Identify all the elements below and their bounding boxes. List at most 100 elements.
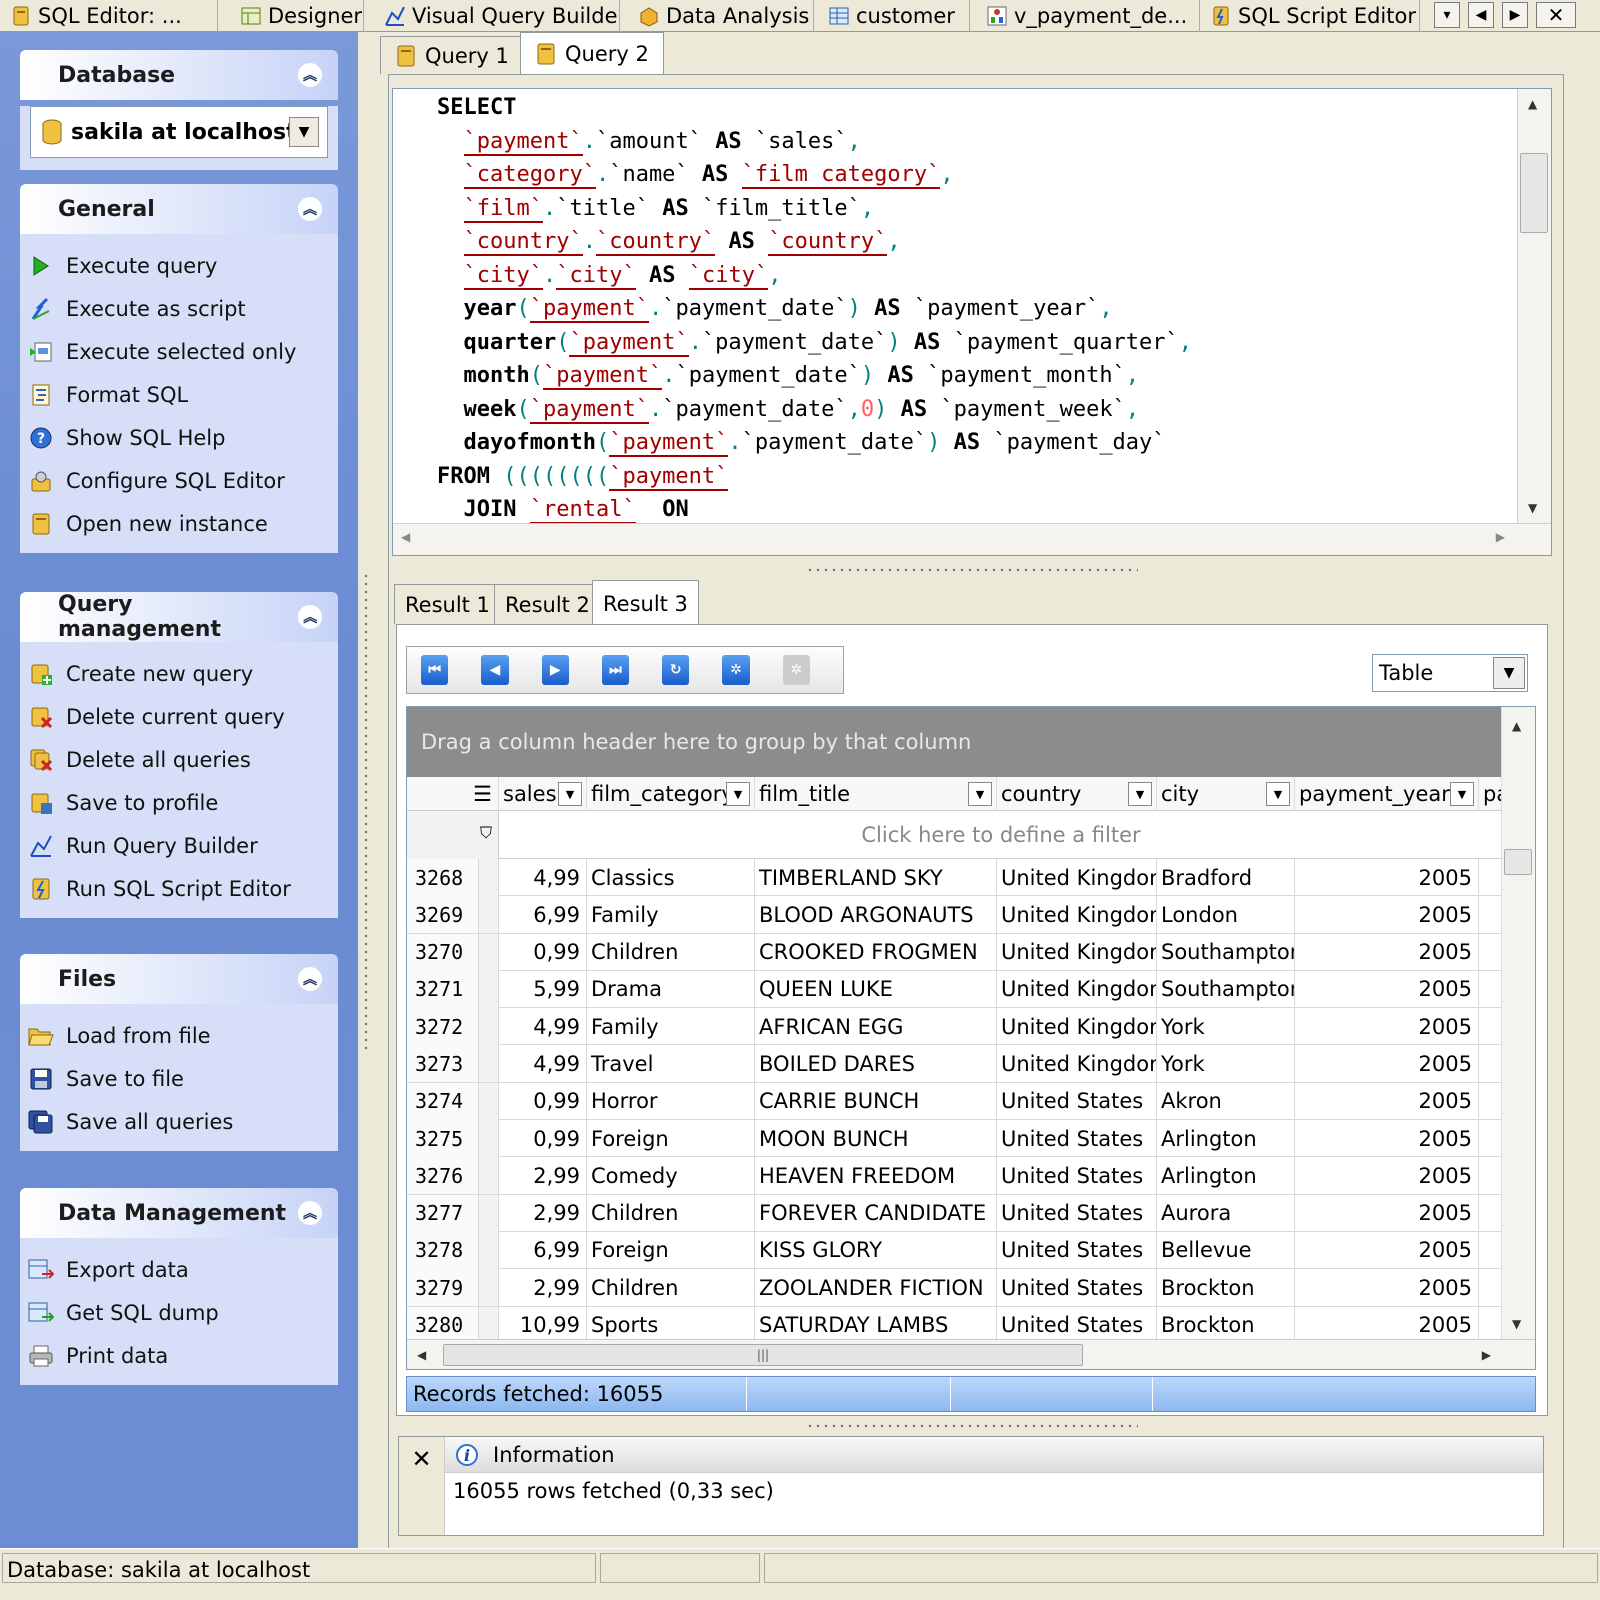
scroll-down-arrow-icon[interactable]: ▼ [1528,501,1537,515]
column-header-city[interactable]: city ▼ [1157,777,1295,811]
film-title-cell[interactable]: TIMBERLAND SKY [755,859,997,896]
film-title-cell[interactable]: BOILED DARES [755,1045,997,1083]
table-row[interactable]: 3268 4,99 Classics TIMBERLAND SKY United Kin… [407,859,1503,897]
city-cell[interactable]: Arlington [1157,1157,1295,1195]
filter-row[interactable]: ⛉ Click here to define a filter [407,811,1503,859]
film-title-cell[interactable]: KISS GLORY [755,1231,997,1269]
scroll-up-arrow-icon[interactable]: ▲ [1528,97,1537,111]
country-cell[interactable]: United States [997,1120,1157,1158]
execute-as-script-link[interactable]: Execute as script [28,287,338,330]
cancel-button[interactable]: ✲ [782,655,810,685]
table-row[interactable]: 3272 4,99 Family AFRICAN EGG United Kingdom Y… [407,1008,1503,1046]
save-all-queries-link[interactable]: Save all queries [28,1100,338,1143]
country-cell[interactable]: United Kingdom [997,970,1157,1008]
film-category-cell[interactable]: Drama [587,970,755,1008]
grid-hscroll-thumb[interactable]: ||| [443,1344,1083,1366]
collapse-chevron-icon[interactable]: ︽ [298,1201,322,1225]
payment-year-cell[interactable]: 2005 [1295,1269,1479,1307]
film-title-cell[interactable]: CROOKED FROGMEN [755,933,997,971]
film-title-cell[interactable]: QUEEN LUKE [755,970,997,1008]
sales-cell[interactable]: 2,99 [499,1269,587,1307]
grid-scroll-thumb[interactable] [1504,849,1532,875]
sales-cell[interactable]: 6,99 [499,1231,587,1269]
column-header-film-category[interactable]: film_category ▼ [587,777,755,811]
column-header-partial[interactable]: pa [1479,777,1509,811]
film-title-cell[interactable]: HEAVEN FREEDOM [755,1157,997,1195]
film-category-cell[interactable]: Children [587,1269,755,1307]
open-new-instance-link[interactable]: Open new instance [28,502,338,545]
chevron-down-icon[interactable]: ▼ [289,117,319,147]
film-category-cell[interactable]: Travel [587,1045,755,1083]
city-cell[interactable]: Brockton [1157,1269,1295,1307]
scroll-down-arrow-icon[interactable]: ▼ [1512,1317,1521,1331]
city-cell[interactable]: Aurora [1157,1194,1295,1232]
scroll-right-arrow-icon[interactable]: ▶ [1482,1348,1491,1362]
film-category-cell[interactable]: Foreign [587,1120,755,1158]
splitter-grip[interactable] [362,572,370,1052]
table-row[interactable]: 3274 0,99 Horror CARRIE BUNCH United States A… [407,1082,1503,1121]
city-cell[interactable]: York [1157,1045,1295,1083]
city-cell[interactable]: York [1157,1008,1295,1046]
scroll-left-arrow-icon[interactable]: ◀ [417,1348,426,1362]
column-header-country[interactable]: country ▼ [997,777,1157,811]
sales-cell[interactable]: 4,99 [499,1008,587,1046]
film-title-cell[interactable]: SATURDAY LAMBS [755,1306,997,1344]
editor-vertical-scrollbar[interactable]: ▲ ▼ [1517,89,1551,523]
run-query-builder-link[interactable]: Run Query Builder [28,824,338,867]
sales-cell[interactable]: 6,99 [499,896,587,934]
country-cell[interactable]: United Kingdom [997,933,1157,971]
country-cell[interactable]: United States [997,1306,1157,1344]
payment-year-cell[interactable]: 2005 [1295,1306,1479,1344]
payment-year-cell[interactable]: 2005 [1295,1157,1479,1195]
country-cell[interactable]: United States [997,1082,1157,1120]
print-data-link[interactable]: Print data [28,1334,338,1377]
tab-scroll-right-button[interactable]: ▶ [1502,2,1528,28]
film-title-cell[interactable]: MOON BUNCH [755,1120,997,1158]
editor-splitter-grip[interactable] [806,566,1138,574]
country-cell[interactable]: United Kingdom [997,1008,1157,1046]
view-mode-select[interactable]: Table ▼ [1372,654,1528,692]
film-title-cell[interactable]: FOREVER CANDIDATE [755,1194,997,1232]
sales-cell[interactable]: 5,99 [499,970,587,1008]
table-row[interactable]: 3275 0,99 Foreign MOON BUNCH United States Ar… [407,1120,1503,1158]
grid-vertical-scrollbar[interactable]: ▲ ▼ [1501,707,1535,1339]
collapse-chevron-icon[interactable]: ︽ [298,967,322,991]
format-sql-link[interactable]: Format SQL [28,373,338,416]
chevron-down-icon[interactable]: ▼ [1493,657,1525,689]
city-cell[interactable]: Bradford [1157,859,1295,896]
payment-year-cell[interactable]: 2005 [1295,933,1479,971]
film-category-cell[interactable]: Children [587,1194,755,1232]
country-cell[interactable]: United States [997,1231,1157,1269]
country-cell[interactable]: United Kingdom [997,896,1157,934]
table-row[interactable]: 3278 6,99 Foreign KISS GLORY United States Be… [407,1231,1503,1270]
tab-scroll-left-button[interactable]: ◀ [1468,2,1494,28]
country-cell[interactable]: United States [997,1269,1157,1307]
table-row[interactable]: 3277 2,99 Children FOREVER CANDIDATE United … [407,1194,1503,1232]
payment-year-cell[interactable]: 2005 [1295,1231,1479,1269]
column-chooser-icon[interactable]: ☰ [407,777,499,811]
film-category-cell[interactable]: Horror [587,1082,755,1120]
city-cell[interactable]: Brockton [1157,1306,1295,1344]
editor-horizontal-scrollbar[interactable]: ◀ ▶ [393,523,1551,555]
column-header-payment-year[interactable]: payment_year ▼ [1295,777,1479,811]
city-cell[interactable]: Southampton [1157,933,1295,971]
payment-year-cell[interactable]: 2005 [1295,1045,1479,1083]
table-row[interactable]: 3269 6,99 Family BLOOD ARGONAUTS United King… [407,896,1503,934]
info-splitter-grip[interactable] [806,1422,1138,1430]
payment-year-cell[interactable]: 2005 [1295,1008,1479,1046]
film-category-cell[interactable]: Family [587,1008,755,1046]
scroll-up-arrow-icon[interactable]: ▲ [1512,719,1521,733]
film-title-cell[interactable]: ZOOLANDER FICTION [755,1269,997,1307]
tab-result-3[interactable]: Result 3 [592,580,699,626]
group-header[interactable]: Database ︽ [20,50,338,100]
payment-year-cell[interactable]: 2005 [1295,896,1479,934]
sales-cell[interactable]: 0,99 [499,1082,587,1120]
scroll-left-arrow-icon[interactable]: ◀ [401,530,410,544]
table-row[interactable]: 3271 5,99 Drama QUEEN LUKE United Kingdom Sou… [407,970,1503,1009]
chevron-down-icon[interactable]: ▼ [1128,782,1152,806]
close-icon[interactable]: ✕ [399,1437,445,1535]
film-category-cell[interactable]: Children [587,933,755,971]
group-header[interactable]: Files ︽ [20,954,338,1004]
panel-splitter[interactable] [358,32,376,1577]
tab-data-analysis[interactable]: Data Analysis [628,0,814,32]
